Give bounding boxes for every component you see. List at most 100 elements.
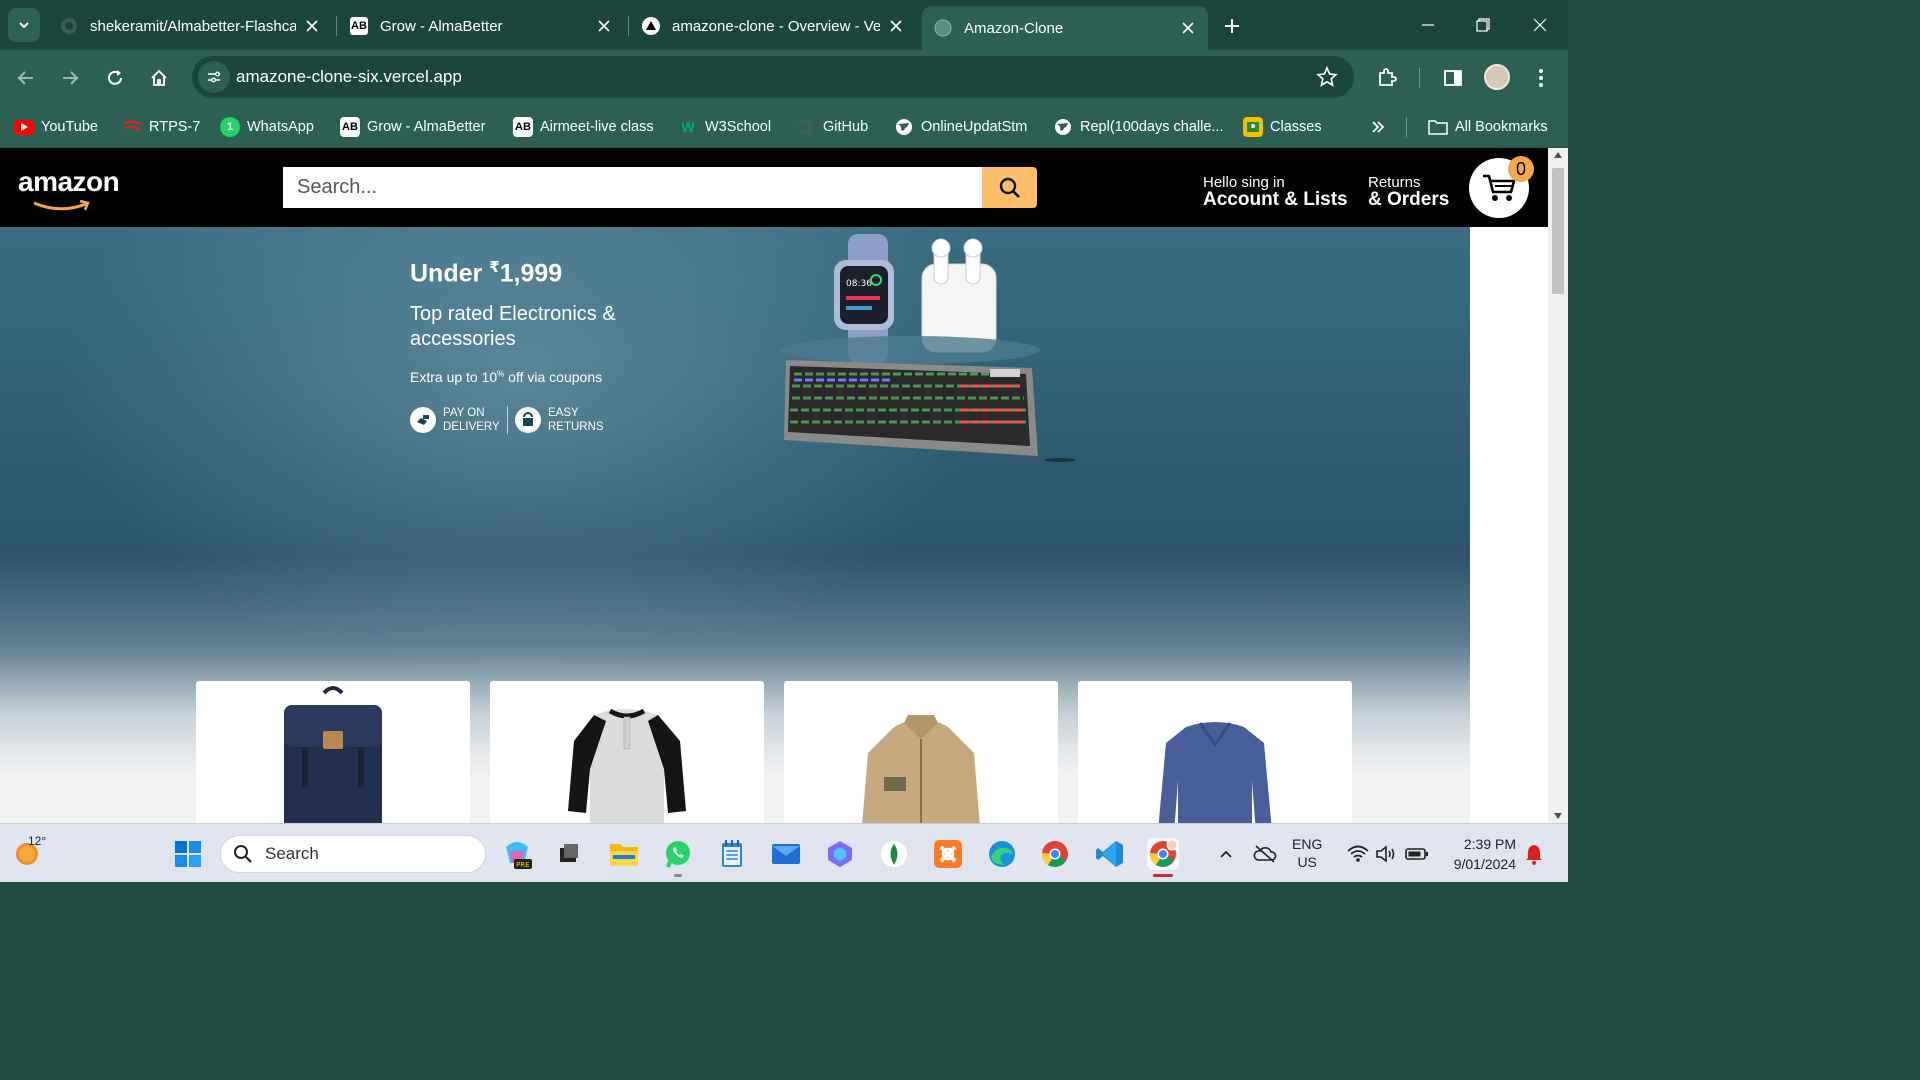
easy-returns-badge: EASY RETURNS [515, 406, 604, 434]
minimize-icon [1422, 24, 1434, 26]
edge-icon[interactable] [986, 838, 1018, 870]
plus-icon [1225, 19, 1239, 33]
double-chevron-right-icon [1372, 121, 1385, 133]
menu-button[interactable] [1525, 62, 1557, 94]
all-bookmarks-button[interactable]: All Bookmarks [1428, 115, 1548, 139]
amazon-search [283, 167, 1037, 208]
badge-divider [507, 406, 508, 434]
bookmark-rtps[interactable]: RTPS-7 [122, 115, 200, 139]
toolbar-divider [1419, 68, 1420, 88]
vscode-icon[interactable] [1094, 838, 1126, 870]
raglan-tshirt-image [568, 708, 686, 823]
start-button[interactable] [172, 838, 204, 870]
url-text[interactable]: amazone-clone-six.vercel.app [236, 67, 462, 87]
logo-text: amazon [18, 166, 120, 197]
site-info-button[interactable] [198, 61, 230, 93]
search-input[interactable] [283, 167, 982, 208]
onedrive-offline-icon[interactable] [1249, 838, 1281, 870]
bookmark-label: RTPS-7 [149, 119, 201, 135]
notepad-icon[interactable] [716, 838, 748, 870]
coupon-prefix: Extra up to 10 [410, 369, 498, 385]
home-button[interactable] [143, 62, 175, 94]
scrollbar-thumb[interactable] [1552, 168, 1564, 294]
battery-icon[interactable] [1401, 838, 1433, 870]
extensions-button[interactable] [1371, 62, 1403, 94]
tab-almabetter[interactable]: AB Grow - AlmaBetter [338, 6, 624, 46]
xampp-icon[interactable] [932, 838, 964, 870]
volume-icon[interactable] [1370, 838, 1402, 870]
bookmark-label: WhatsApp [247, 119, 314, 135]
language-indicator[interactable]: ENG US [1292, 835, 1322, 871]
search-button[interactable] [982, 167, 1037, 208]
bookmark-grow-almabetter[interactable]: AB Grow - AlmaBetter [340, 115, 485, 139]
bookmark-github[interactable]: GitHub [796, 115, 868, 139]
chrome-active-icon[interactable] [1147, 838, 1179, 870]
scroll-down-arrow-icon[interactable] [1554, 813, 1562, 819]
cash-hand-icon [410, 407, 436, 433]
browser-toolbar: amazone-clone-six.vercel.app [0, 50, 1568, 106]
reload-button[interactable] [99, 62, 131, 94]
side-panel-button[interactable] [1437, 62, 1469, 94]
bookmark-airmeet[interactable]: AB Airmeet-live class [513, 115, 654, 139]
globe-icon [1053, 117, 1073, 137]
almabetter-icon: AB [513, 117, 533, 137]
leaf-app-icon[interactable] [878, 838, 910, 870]
electronics-illustration: 08:36 [780, 234, 1076, 462]
bookmark-classes[interactable]: Classes [1243, 115, 1322, 139]
tab-vercel[interactable]: amazone-clone - Overview - Vercel [630, 6, 916, 46]
bookmark-star-icon[interactable] [1316, 66, 1338, 88]
taskbar-clock[interactable]: 2:39 PM 9/01/2024 [1442, 834, 1516, 874]
bookmark-label: OnlineUpdatStm [921, 119, 1028, 135]
close-window-button[interactable] [1525, 10, 1555, 40]
page-scrollbar[interactable] [1548, 148, 1568, 823]
forward-button[interactable] [54, 62, 86, 94]
weather-temperature: 12° [28, 834, 47, 848]
bookmark-onlineupdatstm[interactable]: OnlineUpdatStm [894, 115, 1027, 139]
product-card[interactable] [1078, 681, 1352, 823]
amazon-logo[interactable]: amazon [18, 166, 120, 211]
bookmarks-bar: YouTube RTPS-7 1 WhatsApp AB Grow - Alma… [0, 106, 1568, 148]
hero-coupon-text: Extra up to 10% off via coupons [410, 369, 602, 385]
back-button[interactable] [10, 62, 42, 94]
close-icon[interactable] [596, 18, 612, 34]
clock-time: 2:39 PM [1463, 836, 1516, 852]
notification-bell-icon[interactable] [1518, 838, 1550, 870]
close-icon [1533, 18, 1547, 32]
copilot-icon[interactable] [824, 838, 856, 870]
product-card[interactable] [196, 681, 470, 823]
keyboard-image [784, 360, 1038, 456]
account-lists-link[interactable]: Hello sing in Account & Lists [1203, 174, 1348, 209]
show-hidden-icons-button[interactable] [1210, 838, 1242, 870]
bookmark-youtube[interactable]: YouTube [14, 115, 98, 139]
taskbar-search[interactable]: Search [220, 835, 486, 873]
minimize-button[interactable] [1413, 10, 1443, 40]
bookmark-w3school[interactable]: W W3School [678, 115, 771, 139]
almabetter-icon: AB [350, 17, 368, 35]
task-view-icon[interactable] [552, 838, 584, 870]
mail-icon[interactable] [770, 838, 802, 870]
scroll-up-arrow-icon[interactable] [1554, 152, 1562, 158]
backpack-image [284, 686, 382, 823]
bookmark-repl[interactable]: Repl(100days challe... [1053, 115, 1223, 139]
new-tab-button[interactable] [1218, 12, 1246, 40]
address-bar[interactable]: amazone-clone-six.vercel.app [192, 56, 1354, 98]
bookmarks-overflow-button[interactable] [1370, 115, 1386, 139]
returns-orders-link[interactable]: Returns & Orders [1368, 174, 1449, 209]
whatsapp-icon[interactable] [662, 838, 694, 870]
tab-amazon-clone[interactable]: Amazon-Clone [922, 6, 1208, 50]
product-card[interactable] [784, 681, 1058, 823]
tab-search-button[interactable] [8, 8, 40, 42]
product-card[interactable] [490, 681, 764, 823]
copilot-pre-icon[interactable]: PRE [501, 838, 533, 870]
file-explorer-icon[interactable] [608, 838, 640, 870]
restore-button[interactable] [1468, 10, 1498, 40]
chrome-icon[interactable] [1039, 838, 1071, 870]
close-icon[interactable] [1180, 20, 1196, 36]
profile-avatar[interactable] [1484, 64, 1510, 90]
bookmark-whatsapp[interactable]: 1 WhatsApp [220, 115, 314, 139]
close-icon[interactable] [888, 18, 904, 34]
tab-github[interactable]: shekeramit/Almabetter-Flashcard [48, 6, 332, 46]
close-icon[interactable] [304, 18, 320, 34]
arrow-left-icon [17, 71, 33, 85]
tab-separator [336, 16, 337, 36]
